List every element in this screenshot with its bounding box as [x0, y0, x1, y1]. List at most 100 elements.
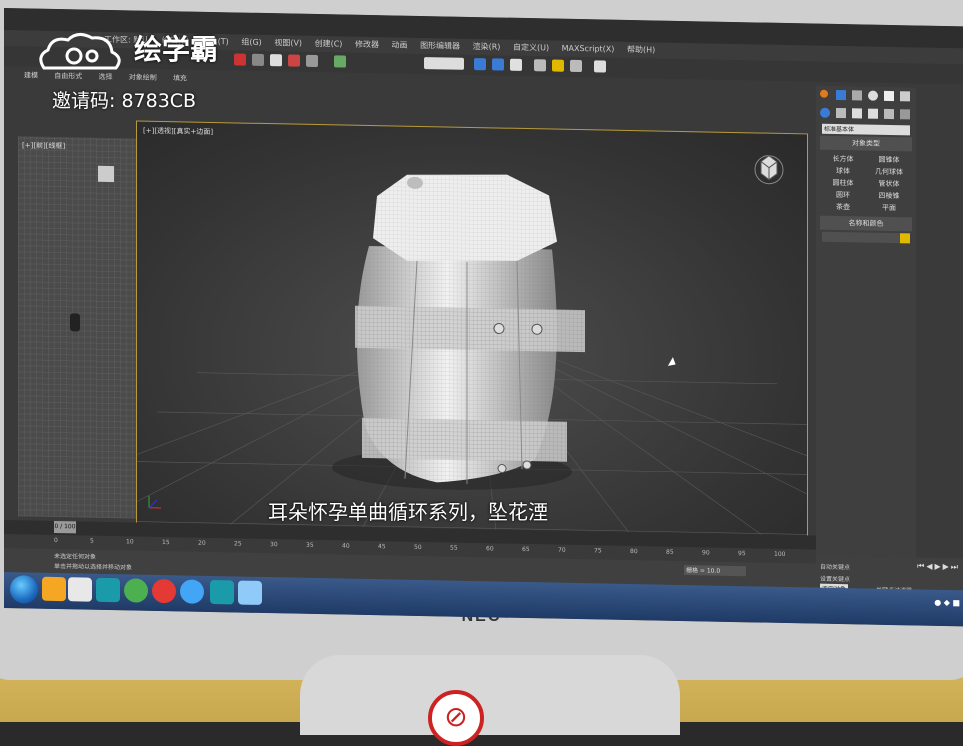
ruler-tick: 85	[666, 549, 674, 556]
tube-button[interactable]: 管状体	[868, 179, 910, 190]
security-icon[interactable]: ■	[952, 598, 960, 607]
ruler-tick: 20	[198, 540, 206, 547]
viewcube-icon[interactable]	[749, 145, 789, 186]
play-icon[interactable]: ▶	[934, 562, 942, 571]
name-color-header[interactable]: 名称和颜色	[820, 216, 912, 232]
3dsmax-active-icon[interactable]	[210, 580, 234, 604]
3dsmax-icon[interactable]	[96, 578, 120, 602]
ruler-tick: 40	[342, 542, 350, 549]
messenger-icon[interactable]	[180, 579, 204, 603]
selection-filter-dropdown[interactable]	[424, 57, 464, 70]
ruler-tick: 35	[306, 542, 314, 549]
browser-icon[interactable]	[124, 578, 148, 602]
menu-item[interactable]: 创建(C)	[315, 38, 343, 50]
front-viewport[interactable]: [+][前][线框]	[18, 136, 136, 518]
menu-item[interactable]: 渲染(R)	[473, 41, 501, 53]
ruler-tick: 80	[630, 548, 638, 555]
go-to-start-icon[interactable]: ⏮	[917, 562, 926, 571]
mirror-icon[interactable]	[594, 60, 606, 72]
ruler-tick: 100	[774, 551, 785, 558]
systems-icon[interactable]	[900, 109, 910, 119]
angle-snap-icon[interactable]	[552, 60, 564, 72]
menu-item[interactable]: 组(G)	[241, 37, 261, 48]
plane-button[interactable]: 平面	[868, 203, 910, 214]
snap-icon[interactable]	[534, 59, 546, 71]
folder-icon[interactable]	[42, 577, 66, 601]
explorer-icon[interactable]	[68, 577, 92, 601]
utilities-icon[interactable]	[900, 91, 910, 101]
next-frame-icon[interactable]: ▶	[943, 562, 951, 571]
menu-item[interactable]: 修改器	[355, 39, 379, 50]
unlink-icon[interactable]	[306, 55, 318, 67]
ie-icon[interactable]	[238, 580, 262, 604]
move-icon[interactable]	[474, 58, 486, 70]
cylinder-button[interactable]: 圆柱体	[822, 178, 864, 189]
axis-tripod-icon	[145, 492, 165, 512]
ruler-tick: 30	[270, 541, 278, 548]
name-field[interactable]	[822, 232, 910, 244]
helpers-icon[interactable]	[884, 109, 894, 119]
auto-key-button[interactable]: 自动关键点	[820, 562, 850, 572]
select-icon[interactable]	[270, 54, 282, 66]
menu-item[interactable]: 帮助(H)	[627, 44, 655, 56]
menu-item[interactable]: 自定义(U)	[513, 42, 549, 54]
menu-item[interactable]: 动画	[392, 39, 408, 50]
sphere-button[interactable]: 球体	[822, 166, 864, 177]
rotate-icon[interactable]	[492, 58, 504, 70]
tab-object-paint[interactable]: 对象绘制	[129, 72, 157, 83]
viewcube-icon[interactable]	[98, 166, 114, 182]
pyramid-button[interactable]: 四棱锥	[868, 191, 910, 202]
cone-button[interactable]: 圆锥体	[868, 155, 910, 166]
no-smoking-sticker: ⊘	[428, 690, 484, 746]
geometry-type-dropdown[interactable]: 标准基本体	[822, 124, 910, 136]
tab-populate[interactable]: 填充	[173, 73, 187, 83]
undo-icon[interactable]	[234, 53, 246, 65]
front-viewport-label[interactable]: [+][前][线框]	[22, 140, 65, 151]
set-key-button[interactable]: 设置关键点	[820, 574, 850, 584]
ruler-tick: 45	[378, 543, 386, 550]
bind-icon[interactable]	[334, 55, 346, 67]
media-player-icon[interactable]	[152, 579, 176, 603]
redo-icon[interactable]	[252, 54, 264, 66]
scale-icon[interactable]	[510, 59, 522, 71]
geosphere-button[interactable]: 几何球体	[868, 167, 910, 178]
playback-controls: ⏮◀▶▶⏭	[917, 562, 960, 573]
go-to-end-icon[interactable]: ⏭	[951, 562, 960, 571]
create-icon[interactable]	[820, 90, 828, 98]
ruler-tick: 0	[54, 537, 58, 544]
motion-icon[interactable]	[868, 91, 878, 101]
link-icon[interactable]	[288, 54, 300, 66]
ruler-tick: 70	[558, 547, 566, 554]
ruler-tick: 25	[234, 540, 242, 547]
teapot-button[interactable]: 茶壶	[822, 202, 864, 213]
menu-item[interactable]: 视图(V)	[274, 37, 302, 49]
menu-item[interactable]: MAXScript(X)	[562, 44, 615, 54]
percent-snap-icon[interactable]	[570, 60, 582, 72]
box-button[interactable]: 长方体	[822, 154, 864, 165]
hierarchy-icon[interactable]	[852, 90, 862, 100]
menu-item[interactable]: 图形编辑器	[420, 40, 460, 52]
volume-icon[interactable]: ◆	[944, 598, 950, 607]
cameras-icon[interactable]	[868, 109, 878, 119]
grid-size-field: 栅格 = 10.0	[684, 565, 746, 576]
panel-tabs	[816, 86, 916, 124]
time-slider[interactable]: 0 / 100	[54, 521, 76, 533]
color-swatch[interactable]	[900, 233, 910, 243]
shapes-icon[interactable]	[836, 108, 846, 118]
monitor-stand	[300, 655, 680, 735]
modify-icon[interactable]	[836, 90, 846, 100]
lights-icon[interactable]	[852, 108, 862, 118]
object-type-header[interactable]: 对象类型	[820, 136, 912, 152]
perspective-viewport[interactable]: [+][透视][真实+边面]	[136, 121, 808, 546]
geometry-icon[interactable]	[820, 108, 830, 118]
ruler-tick: 90	[702, 549, 710, 556]
ruler-tick: 50	[414, 544, 422, 551]
object-type-grid: 长方体 圆锥体 球体 几何球体 圆柱体 管状体 圆环 四棱锥 茶壶 平面	[816, 152, 916, 216]
network-icon[interactable]: ●	[934, 598, 941, 607]
torus-button[interactable]: 圆环	[822, 190, 864, 201]
display-icon[interactable]	[884, 91, 894, 101]
selection-status: 未选定任何对象	[54, 551, 96, 561]
start-button[interactable]	[10, 575, 38, 604]
ruler-tick: 75	[594, 547, 602, 554]
barrel-model[interactable]	[137, 122, 808, 546]
